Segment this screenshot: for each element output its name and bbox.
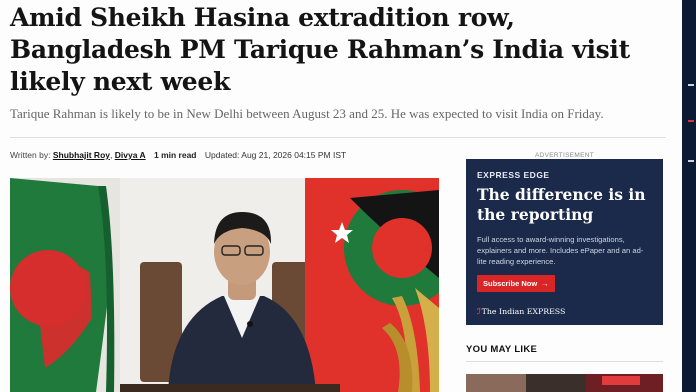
page-edge-strip: [682, 0, 696, 392]
subscribe-label: Subscribe Now: [483, 279, 538, 288]
updated-timestamp: Updated: Aug 21, 2026 04:15 PM IST: [204, 150, 347, 160]
byline-label: Written by:: [10, 150, 51, 160]
you-may-like-heading: YOU MAY LIKE: [466, 344, 538, 355]
arrow-right-icon: →: [541, 279, 549, 288]
thumbnail-image: [466, 374, 663, 392]
read-time: 1 min read: [153, 150, 197, 160]
strip-mark: [688, 160, 694, 162]
logo-mark: ℐ: [477, 307, 481, 316]
hero-photo-illustration: [10, 178, 439, 392]
hero-image[interactable]: [10, 178, 439, 392]
author-separator: ,: [109, 150, 113, 160]
strip-mark: [688, 120, 694, 122]
article-headline: Amid Sheikh Hasina extradition row, Bang…: [10, 3, 630, 96]
author-link-1[interactable]: Shubhajit Roy: [53, 150, 110, 160]
ad-brand: EXPRESS EDGE: [477, 170, 550, 180]
strip-mark: [688, 84, 694, 86]
ad-heading: The difference is in the reporting: [477, 185, 646, 224]
author-link-2[interactable]: Divya A: [115, 150, 146, 160]
subscribe-now-button[interactable]: Subscribe Now →: [477, 275, 555, 292]
byline: Written by: Shubhajit Roy, Divya A 1 min…: [10, 150, 346, 160]
advertisement-label: ADVERTISEMENT: [534, 152, 595, 159]
divider: [466, 361, 663, 362]
recommended-thumbnail[interactable]: [466, 374, 663, 392]
divider: [10, 137, 666, 138]
article-standfirst: Tarique Rahman is likely to be in New De…: [10, 106, 604, 121]
subscription-ad[interactable]: EXPRESS EDGE The difference is in the re…: [466, 159, 663, 325]
indian-express-logo: ℐThe Indian EXPRESS: [477, 307, 565, 316]
ad-copy: Full access to award-winning investigati…: [477, 235, 644, 266]
logo-text: The Indian EXPRESS: [481, 307, 566, 316]
